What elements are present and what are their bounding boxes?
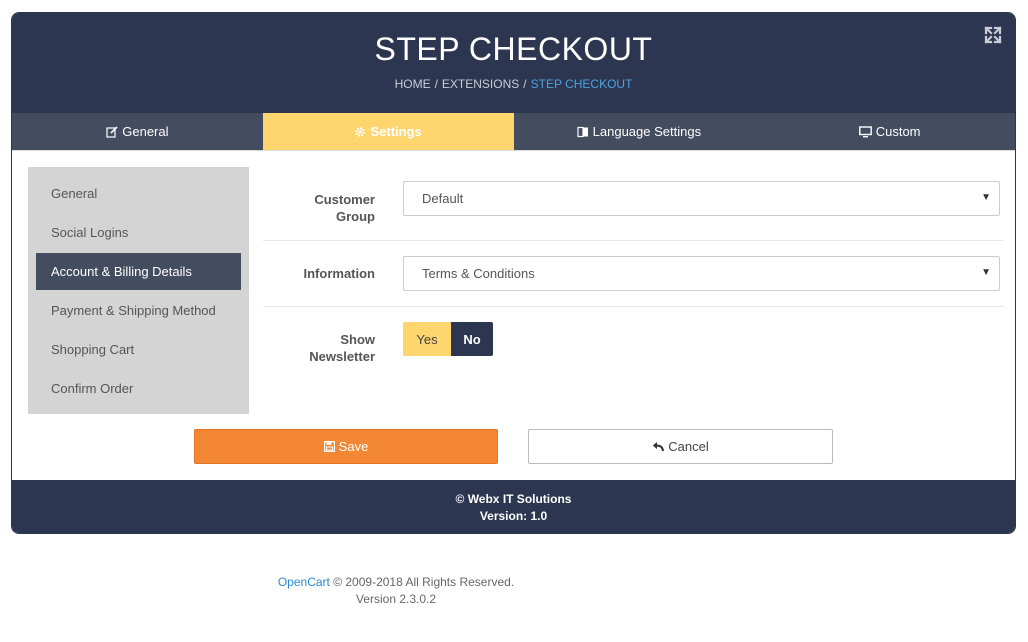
- information-label: Information: [303, 266, 376, 281]
- breadcrumb-home[interactable]: HOME: [395, 77, 431, 91]
- sidemenu-item-account-billing-details[interactable]: Account & Billing Details: [36, 253, 241, 290]
- save-button[interactable]: Save: [194, 429, 498, 464]
- settings-tabs: General Settings Language Settings Custo…: [12, 113, 1015, 150]
- newsletter-yes-button[interactable]: Yes: [403, 322, 451, 356]
- tab-language-settings-label: Language Settings: [592, 124, 702, 139]
- tab-settings[interactable]: Settings: [262, 113, 514, 150]
- save-button-label: Save: [338, 439, 369, 454]
- sidemenu-item-shopping-cart[interactable]: Shopping Cart: [36, 331, 241, 368]
- tabs-divider: [12, 150, 1015, 151]
- sidemenu-item-social-logins[interactable]: Social Logins: [36, 214, 241, 251]
- settings-form: Customer Group Default ▼ Information Ter…: [263, 167, 1003, 377]
- page-title: STEP CHECKOUT: [374, 31, 653, 67]
- edit-icon: [106, 125, 118, 138]
- sidemenu-item-payment-shipping-method[interactable]: Payment & Shipping Method: [36, 292, 241, 329]
- breadcrumb-separator: /: [434, 77, 438, 91]
- breadcrumb-separator: /: [523, 77, 527, 91]
- form-row-show-newsletter: Show Newsletter Yes No: [263, 307, 1003, 377]
- form-row-information: Information Terms & Conditions ▼: [263, 241, 1003, 307]
- settings-sidemenu: General Social Logins Account & Billing …: [28, 167, 249, 414]
- tab-custom-label: Custom: [875, 124, 921, 139]
- expand-icon[interactable]: [983, 25, 1003, 45]
- customer-group-value: Default: [422, 191, 464, 206]
- tab-custom[interactable]: Custom: [764, 113, 1015, 150]
- sidemenu-item-general[interactable]: General: [36, 175, 241, 212]
- show-newsletter-toggle: Yes No: [403, 322, 493, 356]
- gear-icon: [354, 126, 366, 138]
- page-footer-copyright: © 2009-2018 All Rights Reserved.: [329, 575, 515, 589]
- floppy-disk-icon: [323, 441, 335, 452]
- footer-copyright: © Webx IT Solutions: [455, 492, 572, 506]
- page-footer-version: Version 2.3.0.2: [355, 592, 437, 606]
- tab-general[interactable]: General: [12, 113, 263, 150]
- show-newsletter-label: Show Newsletter: [309, 332, 375, 364]
- chevron-down-icon: ▼: [981, 192, 991, 203]
- customer-group-select[interactable]: Default ▼: [403, 181, 1000, 216]
- form-row-customer-group: Customer Group Default ▼: [263, 167, 1003, 241]
- cancel-button-label: Cancel: [668, 439, 709, 454]
- information-value: Terms & Conditions: [422, 266, 535, 281]
- breadcrumb: HOME / EXTENSIONS / STEP CHECKOUT: [12, 77, 1015, 91]
- cancel-button[interactable]: Cancel: [528, 429, 833, 464]
- newsletter-no-button[interactable]: No: [451, 322, 493, 356]
- monitor-icon: [858, 125, 872, 138]
- panel-header: STEP CHECKOUT HOME / EXTENSIONS / STEP CHECK…: [12, 13, 1015, 113]
- page-footer: OpenCart © 2009-2018 All Rights Reserved…: [236, 574, 556, 608]
- chevron-down-icon: ▼: [981, 267, 991, 278]
- footer-version: Version: 1.0: [479, 509, 548, 523]
- language-icon: [577, 126, 589, 138]
- customer-group-label: Customer Group: [314, 192, 375, 224]
- information-select[interactable]: Terms & Conditions ▼: [403, 256, 1000, 291]
- sidemenu-item-confirm-order[interactable]: Confirm Order: [36, 370, 241, 407]
- step-checkout-panel: STEP CHECKOUT HOME / EXTENSIONS / STEP CHECK…: [11, 12, 1016, 534]
- opencart-link[interactable]: OpenCart: [278, 575, 330, 589]
- tab-settings-label: Settings: [370, 124, 422, 139]
- breadcrumb-extensions[interactable]: EXTENSIONS: [442, 77, 519, 91]
- tab-language-settings[interactable]: Language Settings: [514, 113, 765, 150]
- reply-arrow-icon: [652, 441, 665, 452]
- panel-footer: © Webx IT Solutions Version: 1.0: [12, 480, 1015, 533]
- page-footer-copyright-line: OpenCart © 2009-2018 All Rights Reserved…: [236, 574, 556, 591]
- breadcrumb-step-checkout[interactable]: STEP CHECKOUT: [531, 77, 633, 91]
- tab-general-label: General: [122, 124, 169, 139]
